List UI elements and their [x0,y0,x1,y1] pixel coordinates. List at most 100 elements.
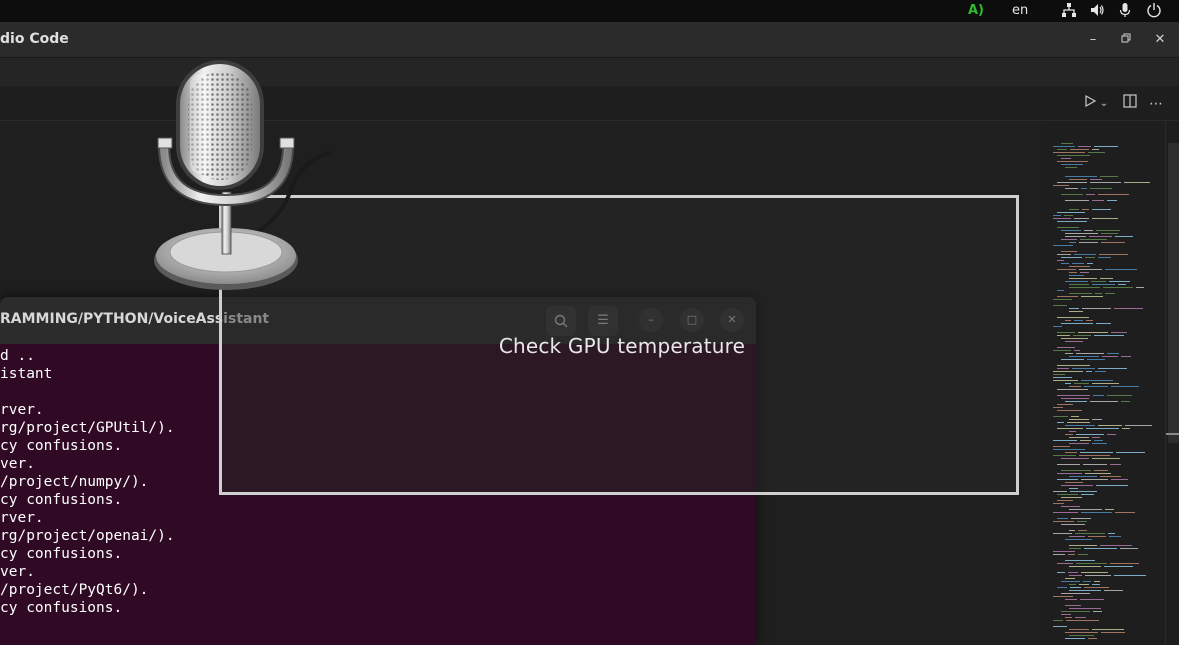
minimap-line [1069,635,1094,636]
tray-app-indicator[interactable]: A) [968,2,984,20]
minimap-line [1081,380,1113,381]
minimap-line [1053,215,1061,216]
minimap-line [1053,551,1075,552]
minimap-line [1065,539,1092,540]
minimap-line [1082,308,1111,309]
minimap-line [1069,584,1076,585]
minimap-line [1079,242,1098,243]
editor-scrollbar[interactable] [1165,121,1179,645]
minimap-line [1095,293,1102,294]
minimap-line [1115,512,1135,513]
minimap-line [1081,188,1087,189]
minimap-line [1061,611,1090,612]
minimap-line [1065,617,1072,618]
minimap-line [1069,179,1087,180]
minimap-line [1080,239,1107,240]
minimap-line [1057,479,1078,480]
minimap-line [1079,584,1089,585]
terminal-line: rver. [0,402,44,418]
power-icon[interactable] [1146,2,1162,20]
minimap-line [1115,236,1133,237]
minimap-line [1069,629,1089,630]
minimap-line [1057,212,1085,213]
minimap-line [1061,524,1085,525]
minimap-line [1109,281,1130,282]
minimap-line [1105,293,1115,294]
minimap-line [1057,572,1065,573]
minimap-line [1057,368,1069,369]
minimap-line [1072,263,1084,264]
split-editor-icon[interactable] [1120,94,1140,114]
minimap-line [1110,563,1139,564]
minimap-line [1053,455,1076,456]
restore-icon[interactable] [1117,31,1135,49]
minimap-line [1053,377,1072,378]
terminal-line: cy confusions. [0,546,123,562]
system-top-bar: A) en [0,0,1179,22]
minimap-line [1057,563,1073,564]
minimap-line [1065,281,1088,282]
chevron-down-icon[interactable]: ⌄ [1097,94,1111,114]
minimap-line [1061,614,1071,615]
minimap-line [1068,572,1078,573]
minimap-line [1053,449,1085,450]
minimap-line [1069,356,1099,357]
minimap-line [1065,341,1083,342]
scrollbar-thumb[interactable] [1168,143,1179,443]
minimap-line [1057,155,1090,156]
minimap-line [1116,452,1145,453]
minimap-line [1104,590,1123,591]
minimap-line [1069,311,1083,312]
minimap-line [1094,440,1103,441]
minimap-line [1067,422,1090,423]
minimap-line [1069,431,1076,432]
minimap-line [1081,479,1108,480]
minimap-line [1069,293,1092,294]
network-icon[interactable] [1061,2,1077,20]
minimap-line [1065,236,1086,237]
minimap-line [1110,464,1121,465]
minimap-line [1065,605,1081,606]
microphone-icon[interactable] [1117,2,1133,20]
volume-icon[interactable] [1089,2,1105,20]
minimap-line [1061,485,1093,486]
minimap-line [1080,452,1113,453]
minimap-line [1078,332,1108,333]
minimap-line [1057,347,1075,348]
keyboard-layout-indicator[interactable]: en [1012,2,1028,20]
minimap-line [1084,386,1108,387]
minimap-line [1124,182,1150,183]
minimap-line [1053,299,1072,300]
minimap-line [1057,389,1088,390]
minimap-line [1092,200,1104,201]
minimap-line [1065,638,1085,639]
minimap-line [1077,521,1087,522]
minimap[interactable] [1047,121,1165,645]
more-icon[interactable]: ⋯ [1146,94,1166,114]
minimap-line [1092,584,1100,585]
minimap-line [1069,272,1077,273]
minimap-line [1065,353,1073,354]
minimap-line [1100,176,1118,177]
minimap-line [1083,581,1091,582]
close-icon[interactable]: ✕ [1151,31,1169,49]
terminal-line: /project/PyQt6/). [0,582,149,598]
minimap-line [1096,230,1120,231]
minimap-line [1064,215,1073,216]
minimap-line [1069,287,1100,288]
minimize-icon[interactable]: – [1084,31,1102,49]
minimap-line [1069,476,1097,477]
minimap-line [1083,464,1107,465]
minimap-line [1098,194,1129,195]
minimap-line [1057,587,1067,588]
minimap-line [1092,629,1124,630]
minimap-line [1061,239,1077,240]
minimap-line [1100,476,1121,477]
minimap-line [1092,458,1120,459]
minimap-line [1069,548,1081,549]
minimap-line [1069,275,1084,276]
minimap-line [1074,320,1083,321]
minimap-line [1057,410,1082,411]
minimap-line [1053,626,1067,627]
minimap-line [1057,227,1079,228]
